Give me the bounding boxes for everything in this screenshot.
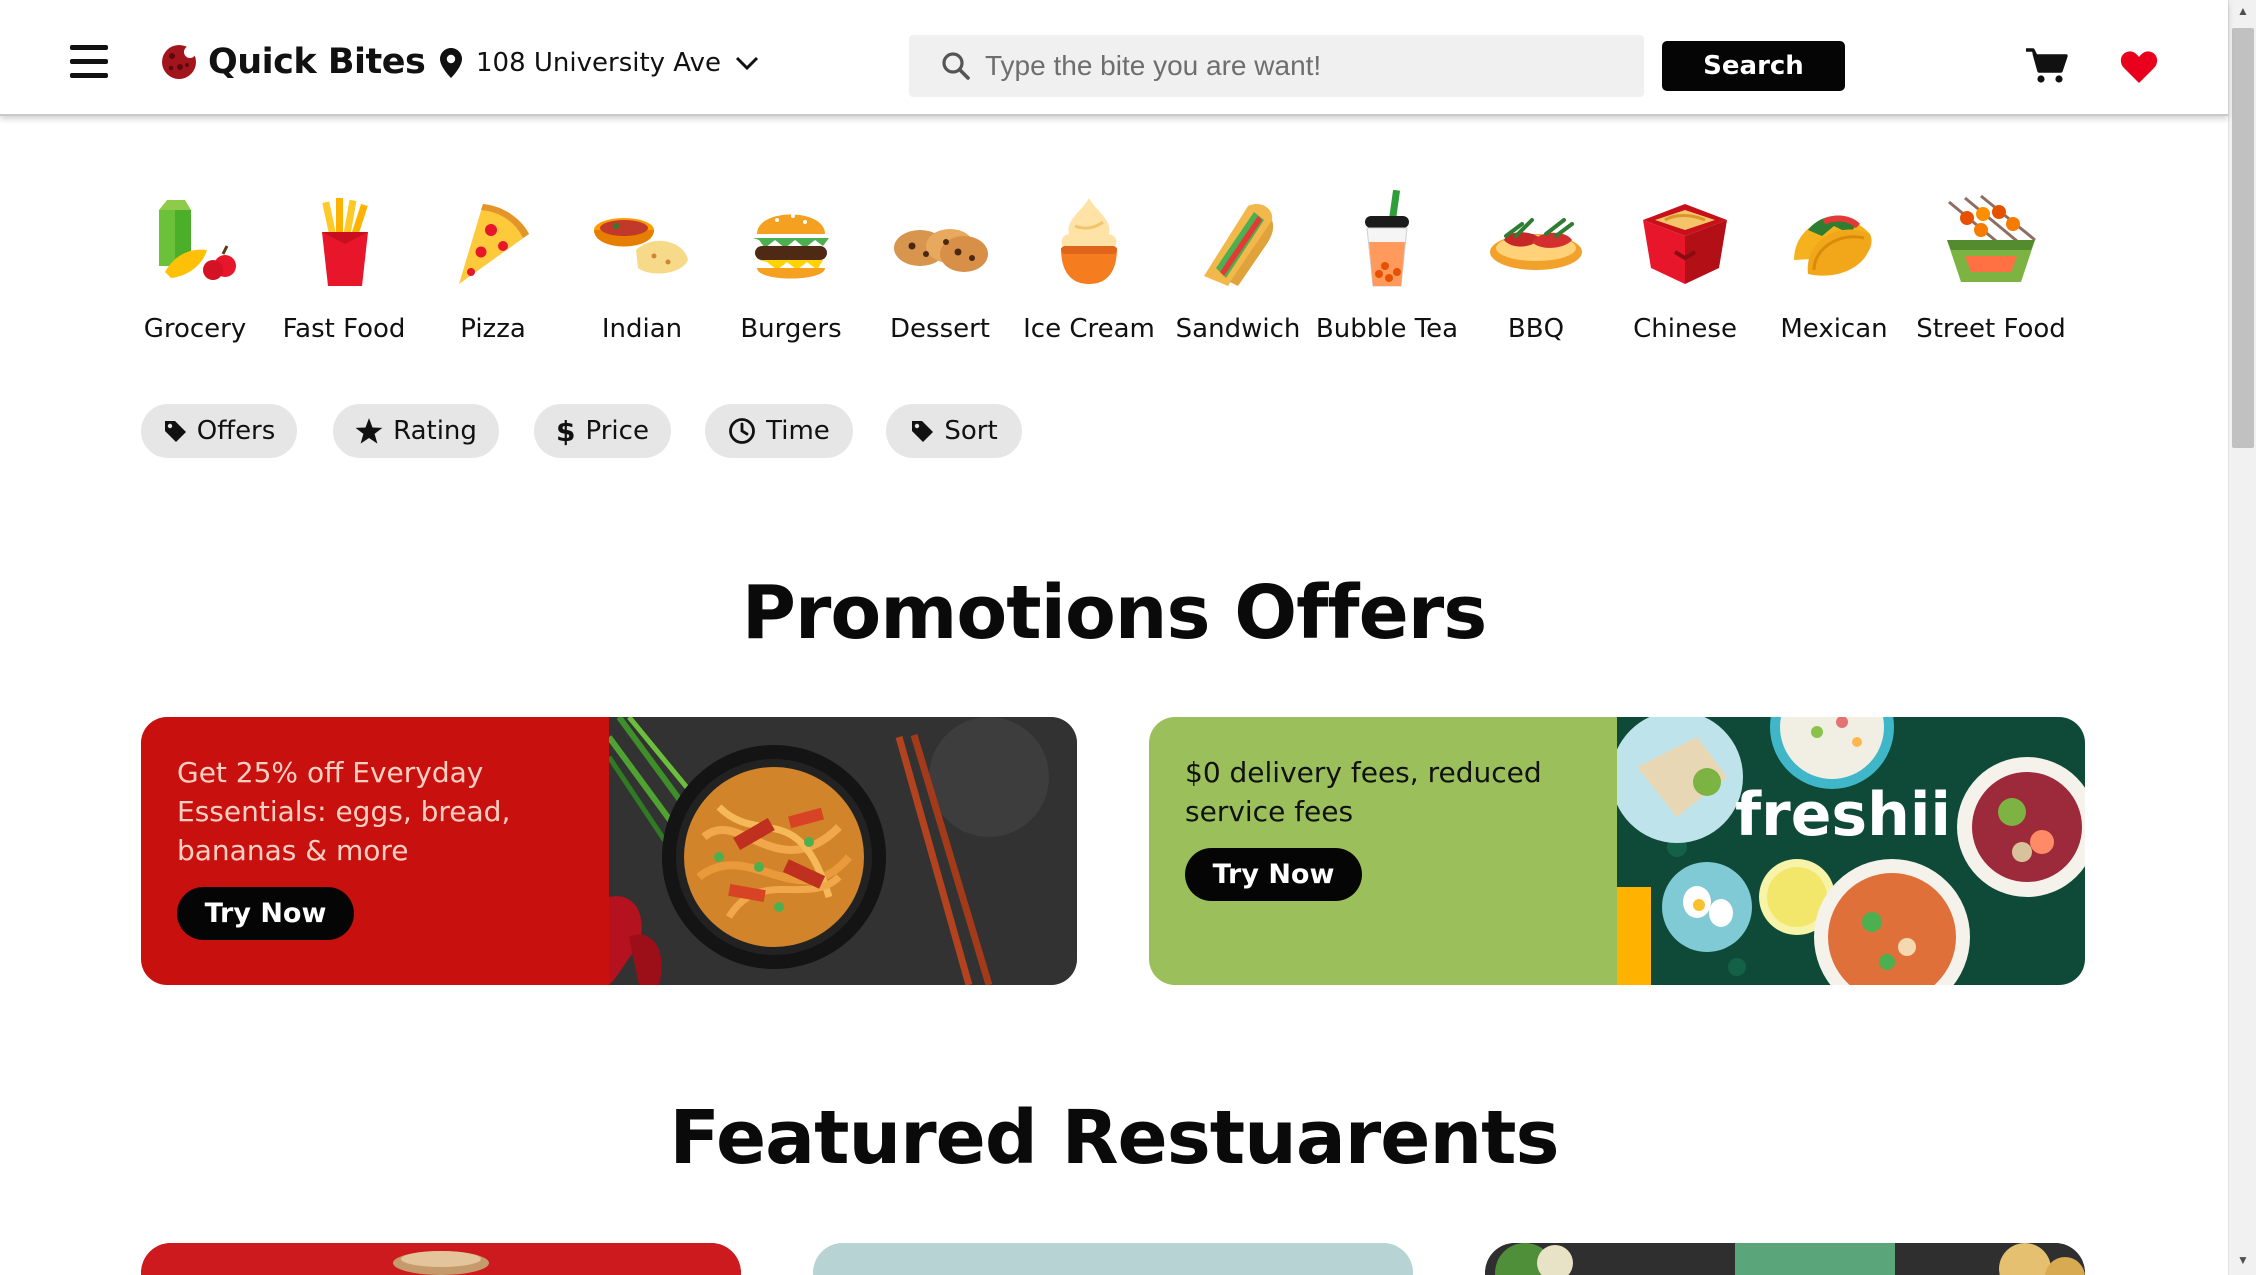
- restaurant-card[interactable]: [141, 1243, 741, 1275]
- restaurant-card[interactable]: [813, 1243, 1413, 1275]
- promo-description: Get 25% off Everyday Essentials: eggs, b…: [177, 756, 511, 867]
- category-label: Bubble Tea: [1315, 314, 1459, 344]
- category-mexican[interactable]: Mexican: [1749, 190, 1919, 360]
- promo-card-delivery[interactable]: $0 delivery fees, reduced service fees T…: [1149, 717, 2085, 985]
- promo-card-essentials[interactable]: Get 25% off Everyday Essentials: eggs, b…: [141, 717, 1077, 985]
- filter-sort[interactable]: Sort: [886, 404, 1022, 458]
- try-now-button[interactable]: Try Now: [1185, 848, 1362, 901]
- category-label: Dessert: [890, 314, 990, 344]
- category-ice-cream[interactable]: Ice Cream: [1004, 190, 1174, 360]
- cookies-icon: [894, 229, 988, 272]
- search-bar: [909, 35, 1644, 97]
- category-label: Indian: [601, 314, 683, 344]
- promo-text-panel: Get 25% off Everyday Essentials: eggs, b…: [141, 717, 609, 985]
- map-pin-icon: [440, 48, 462, 78]
- scrollbar-thumb[interactable]: [2232, 28, 2254, 448]
- category-label: Mexican: [1780, 314, 1888, 344]
- cart-icon[interactable]: [2026, 48, 2068, 89]
- category-label: Sandwich: [1175, 314, 1301, 344]
- location-label: 108 University Ave: [476, 48, 721, 78]
- try-now-button[interactable]: Try Now: [177, 887, 354, 940]
- category-bbq[interactable]: BBQ: [1451, 190, 1621, 360]
- search-button[interactable]: Search: [1662, 41, 1845, 91]
- category-burgers[interactable]: Burgers: [706, 190, 876, 360]
- category-bar: Grocery Fast Food Pizza Indian Burgers D…: [140, 190, 2080, 360]
- category-label: Grocery: [143, 314, 247, 344]
- category-label: BBQ: [1507, 314, 1565, 344]
- filter-time[interactable]: Time: [705, 404, 853, 458]
- promotions-section-title: Promotions Offers: [741, 570, 1488, 656]
- favorites-heart-icon[interactable]: [2120, 50, 2158, 89]
- filter-rating[interactable]: Rating: [333, 404, 499, 458]
- chip-label: Offers: [196, 416, 276, 446]
- category-street-food[interactable]: Street Food: [1906, 190, 2076, 360]
- noodle-bowl-image: [606, 717, 1077, 985]
- restaurant-card-image: [141, 1243, 741, 1275]
- ice-cream-cup-icon: [1061, 198, 1117, 284]
- takeout-box-icon: [1643, 204, 1727, 284]
- promo-text-panel: $0 delivery fees, reduced service fees T…: [1149, 717, 1617, 985]
- burger-icon: [753, 214, 829, 279]
- dollar-icon: $: [556, 414, 576, 448]
- freshii-brand-text: freshii: [1735, 780, 1951, 850]
- promo-description: $0 delivery fees, reduced service fees: [1185, 756, 1542, 828]
- pizza-slice-icon: [459, 204, 529, 284]
- category-label: Pizza: [460, 314, 526, 344]
- grocery-icon: [159, 200, 236, 280]
- filter-offers[interactable]: Offers: [141, 404, 297, 458]
- curry-naan-icon: [594, 218, 688, 274]
- brand-name: Quick Bites: [208, 42, 426, 82]
- restaurant-card-image: [813, 1243, 1413, 1275]
- tag-icon: [164, 421, 186, 442]
- tag-icon: [912, 421, 934, 442]
- clock-icon: [729, 418, 756, 444]
- category-grocery[interactable]: Grocery: [110, 190, 280, 360]
- category-indian[interactable]: Indian: [557, 190, 727, 360]
- filter-price[interactable]: $ Price: [534, 404, 671, 458]
- cookie-logo-icon: [162, 45, 196, 79]
- page-scrollbar[interactable]: ▲ ▼: [2228, 0, 2256, 1275]
- category-label: Chinese: [1633, 314, 1737, 344]
- category-label: Street Food: [1916, 314, 2066, 344]
- category-bubble-tea[interactable]: Bubble Tea: [1302, 190, 1472, 360]
- restaurant-card[interactable]: [1485, 1243, 2085, 1275]
- category-label: Burgers: [740, 314, 842, 344]
- search-icon: [942, 52, 970, 80]
- bubble-tea-icon: [1365, 190, 1409, 287]
- category-dessert[interactable]: Dessert: [855, 190, 1025, 360]
- sandwich-icon: [1204, 203, 1274, 286]
- category-fast-food[interactable]: Fast Food: [259, 190, 429, 360]
- chip-label: Price: [585, 416, 649, 446]
- category-pizza[interactable]: Pizza: [408, 190, 578, 360]
- star-icon: [355, 418, 383, 444]
- chip-label: Sort: [944, 416, 998, 446]
- skewers-icon: [1947, 194, 2036, 282]
- category-sandwich[interactable]: Sandwich: [1153, 190, 1323, 360]
- freshii-food-image: freshii: [1611, 717, 2085, 985]
- top-nav-bar: Quick Bites 108 University Ave Search: [0, 0, 2228, 116]
- taco-icon: [1794, 215, 1872, 276]
- chevron-down-icon: [735, 56, 759, 71]
- category-chinese[interactable]: Chinese: [1600, 190, 1770, 360]
- bbq-plate-icon: [1490, 218, 1582, 270]
- location-selector[interactable]: 108 University Ave: [440, 48, 759, 78]
- scroll-up-arrow-icon[interactable]: ▲: [2229, 4, 2256, 22]
- brand-logo[interactable]: Quick Bites: [160, 42, 426, 82]
- restaurant-card-image: [1485, 1243, 2085, 1275]
- scroll-down-arrow-icon[interactable]: ▼: [2229, 1253, 2256, 1271]
- menu-icon[interactable]: [70, 45, 108, 79]
- fries-icon: [322, 198, 368, 286]
- category-label: Ice Cream: [1023, 314, 1155, 344]
- search-input[interactable]: [985, 44, 1625, 88]
- featured-section-title: Featured Restuarents: [669, 1095, 1559, 1181]
- category-label: Fast Food: [282, 314, 406, 344]
- chip-label: Time: [766, 416, 830, 446]
- chip-label: Rating: [393, 416, 477, 446]
